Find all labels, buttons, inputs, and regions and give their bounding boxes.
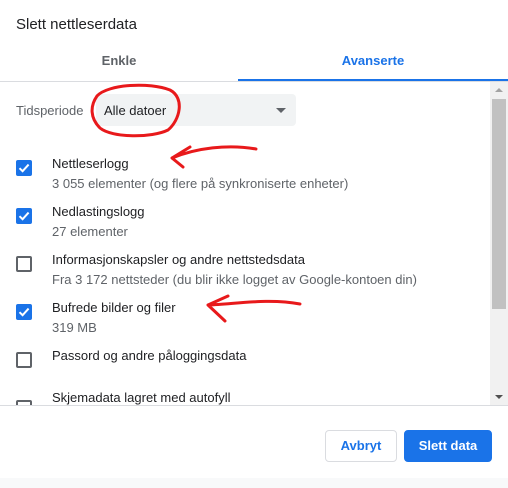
option-subtitle: Fra 3 172 nettsteder (du blir ikke logge… bbox=[52, 272, 417, 287]
option-title: Bufrede bilder og filer bbox=[52, 300, 176, 315]
option-browsing-history[interactable]: Nettleserlogg 3 055 elementer (og flere … bbox=[0, 156, 490, 204]
checkbox-cached-images[interactable] bbox=[16, 304, 32, 320]
dialog-title: Slett nettleserdata bbox=[16, 16, 137, 33]
checkbox-passwords[interactable] bbox=[16, 352, 32, 368]
option-cookies[interactable]: Informasjonskapsler og andre nettstedsda… bbox=[0, 252, 490, 300]
checkmark-icon bbox=[18, 307, 30, 317]
option-subtitle: 27 elementer bbox=[52, 224, 128, 239]
footer-divider bbox=[0, 405, 508, 406]
checkbox-cookies[interactable] bbox=[16, 256, 32, 272]
option-subtitle: 3 055 elementer (og flere på synkroniser… bbox=[52, 176, 349, 191]
scroll-down-arrow-icon[interactable] bbox=[495, 395, 503, 399]
option-cached-images[interactable]: Bufrede bilder og filer 319 MB bbox=[0, 300, 490, 348]
scrollbar[interactable] bbox=[490, 82, 508, 405]
checkbox-browsing-history[interactable] bbox=[16, 160, 32, 176]
option-subtitle: 319 MB bbox=[52, 320, 97, 335]
option-title: Nedlastingslogg bbox=[52, 204, 145, 219]
option-title: Nettleserlogg bbox=[52, 156, 129, 171]
option-autofill[interactable]: Skjemadata lagret med autofyll bbox=[0, 390, 490, 405]
time-range-label: Tidsperiode bbox=[16, 103, 84, 118]
chevron-down-icon bbox=[276, 108, 286, 113]
time-range-value: Alle datoer bbox=[104, 103, 167, 118]
clear-data-button[interactable]: Slett data bbox=[404, 430, 492, 462]
option-title: Informasjonskapsler og andre nettstedsda… bbox=[52, 252, 305, 267]
option-title: Passord og andre påloggingsdata bbox=[52, 348, 247, 363]
options-panel: Tidsperiode Alle datoer Nettleserlogg 3 … bbox=[0, 82, 490, 405]
time-range-select[interactable]: Alle datoer bbox=[96, 94, 296, 126]
tab-bar: Enkle Avanserte bbox=[0, 44, 508, 82]
option-passwords[interactable]: Passord og andre påloggingsdata bbox=[0, 348, 490, 396]
checkmark-icon bbox=[18, 163, 30, 173]
scrollbar-thumb[interactable] bbox=[492, 99, 506, 309]
scroll-up-arrow-icon[interactable] bbox=[495, 88, 503, 92]
cancel-button[interactable]: Avbryt bbox=[325, 430, 397, 462]
checkbox-download-history[interactable] bbox=[16, 208, 32, 224]
option-title: Skjemadata lagret med autofyll bbox=[52, 390, 231, 405]
tab-advanced[interactable]: Avanserte bbox=[238, 44, 508, 79]
checkmark-icon bbox=[18, 211, 30, 221]
option-download-history[interactable]: Nedlastingslogg 27 elementer bbox=[0, 204, 490, 252]
bottom-strip bbox=[0, 478, 508, 488]
tab-basic[interactable]: Enkle bbox=[0, 44, 238, 79]
